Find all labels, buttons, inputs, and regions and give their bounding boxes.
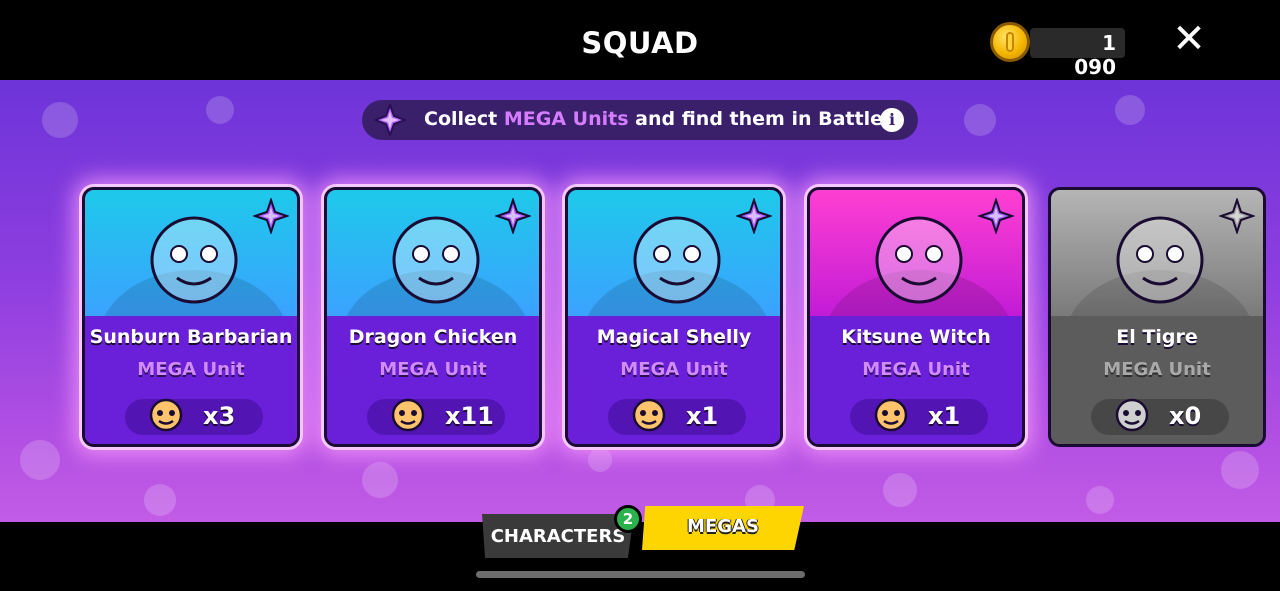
unit-type: MEGA Unit (1103, 359, 1211, 380)
unit-count-pill: x1 (850, 398, 988, 435)
banner-text-part: and find them in Battles! (628, 108, 903, 130)
unit-count: x3 (203, 402, 236, 430)
bottom-tabs: CHARACTERS MEGAS 2 (0, 505, 1280, 591)
unit-type: MEGA Unit (137, 359, 245, 380)
unit-count-pill: x0 (1091, 398, 1229, 435)
mega-star-icon (1219, 198, 1255, 234)
unit-name: Sunburn Barbarian (89, 326, 293, 348)
banner-text-part: Collect (424, 108, 504, 130)
unit-name: Dragon Chicken (348, 326, 518, 348)
unit-info: Magical Shelly MEGA Unit x1 (568, 316, 780, 444)
unit-mini-icon (149, 398, 183, 432)
unit-name: Magical Shelly (596, 326, 752, 348)
unit-count-pill: x3 (125, 398, 263, 435)
mega-star-icon (253, 198, 289, 234)
coin-value: 1 090 (1074, 31, 1116, 79)
unit-count: x11 (445, 402, 494, 430)
info-banner: Collect MEGA Units and find them in Batt… (362, 100, 918, 140)
home-indicator[interactable] (476, 571, 805, 578)
unit-info: El Tigre MEGA Unit x0 (1051, 316, 1263, 444)
unit-count-pill: x11 (367, 398, 505, 435)
unit-count-pill: x1 (608, 398, 746, 435)
unit-type: MEGA Unit (620, 359, 728, 380)
banner-text: Collect MEGA Units and find them in Batt… (424, 108, 903, 130)
info-icon[interactable]: i (880, 108, 904, 132)
close-button[interactable]: ✕ (1168, 18, 1210, 60)
mega-unit-card[interactable]: El Tigre MEGA Unit x0 (1048, 187, 1266, 447)
mega-unit-card[interactable]: Magical Shelly MEGA Unit x1 (565, 187, 783, 447)
unit-name: El Tigre (1116, 326, 1198, 348)
unit-info: Dragon Chicken MEGA Unit x11 (327, 316, 539, 444)
tab-megas[interactable]: MEGAS (642, 506, 804, 550)
unit-mini-icon (632, 398, 666, 432)
mega-unit-card[interactable]: Sunburn Barbarian MEGA Unit x3 (82, 187, 300, 447)
mega-unit-card[interactable]: Kitsune Witch MEGA Unit x1 (807, 187, 1025, 447)
tab-characters-label: CHARACTERS (490, 526, 626, 547)
unit-mini-icon (1115, 398, 1149, 432)
unit-type: MEGA Unit (862, 359, 970, 380)
mega-unit-card[interactable]: Dragon Chicken MEGA Unit x11 (324, 187, 542, 447)
unit-info: Sunburn Barbarian MEGA Unit x3 (85, 316, 297, 444)
notification-badge: 2 (614, 505, 642, 533)
mega-star-icon (736, 198, 772, 234)
unit-count: x1 (686, 402, 719, 430)
unit-info: Kitsune Witch MEGA Unit x1 (810, 316, 1022, 444)
close-icon: ✕ (1172, 16, 1206, 62)
unit-count: x0 (1169, 402, 1202, 430)
coin-icon (990, 22, 1030, 62)
top-bar: SQUAD 1 090 ✕ (0, 0, 1280, 80)
mega-star-icon (978, 198, 1014, 234)
unit-count: x1 (928, 402, 961, 430)
unit-type: MEGA Unit (379, 359, 487, 380)
squad-stage: Collect MEGA Units and find them in Batt… (0, 80, 1280, 522)
mega-star-icon (495, 198, 531, 234)
unit-mini-icon (391, 398, 425, 432)
tab-characters[interactable]: CHARACTERS (482, 514, 634, 558)
tab-megas-label: MEGAS (687, 516, 759, 537)
unit-mini-icon (874, 398, 908, 432)
unit-name: Kitsune Witch (841, 326, 991, 348)
banner-highlight: MEGA Units (503, 108, 629, 130)
mega-star-icon (374, 104, 406, 136)
